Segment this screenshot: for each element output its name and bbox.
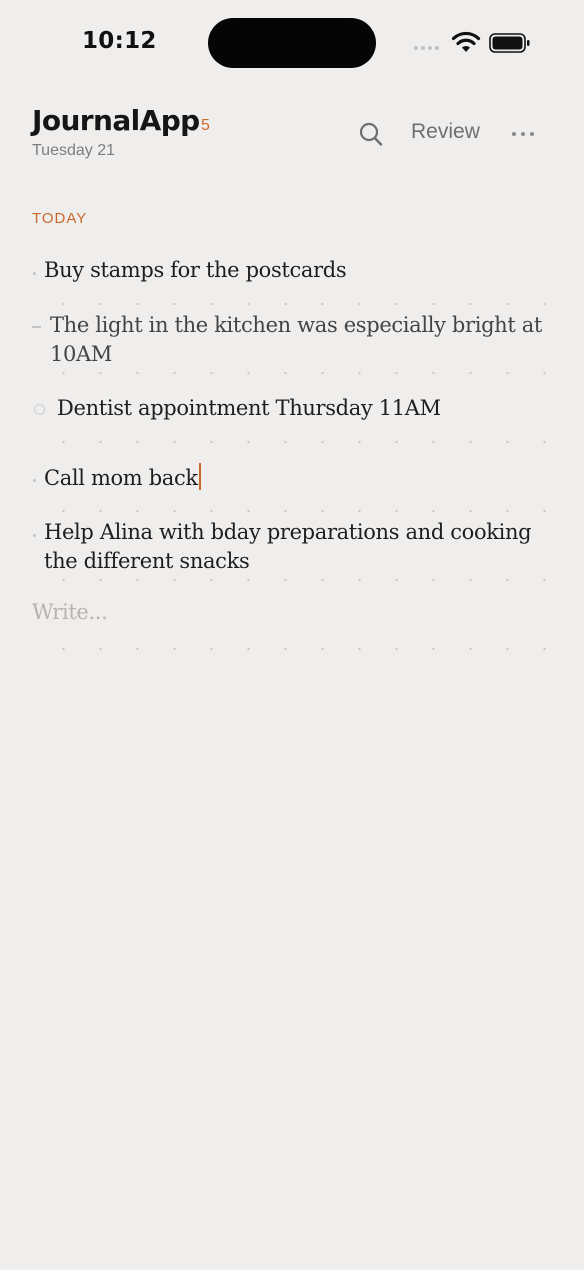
review-button[interactable]: Review (411, 120, 480, 144)
bullet-dot-icon (33, 479, 36, 482)
entry-text[interactable]: Dentist appointment Thursday 11AM (57, 394, 441, 423)
section-label-today: TODAY (32, 210, 88, 227)
entry-divider (32, 303, 548, 305)
journal-entry[interactable]: Buy stamps for the postcards (0, 256, 584, 312)
entry-divider (32, 579, 548, 581)
app-title: JournalApp (32, 104, 200, 137)
dynamic-island (208, 18, 376, 68)
composer-divider (32, 648, 548, 650)
date-subtitle: Tuesday 21 (32, 142, 116, 159)
bullet-dot-icon (33, 534, 36, 537)
write-input[interactable]: Write... (32, 600, 108, 624)
entry-divider (32, 372, 548, 374)
entry-text[interactable]: Help Alina with bday preparations and co… (44, 518, 564, 576)
signal-icon (414, 45, 444, 51)
app-header: JournalApp 5 Tuesday 21 Review (0, 100, 584, 170)
bullet-dash-icon (32, 326, 41, 328)
text-cursor (198, 463, 201, 490)
entry-text[interactable]: The light in the kitchen was especially … (50, 311, 550, 369)
search-icon[interactable] (358, 120, 384, 148)
entry-divider (32, 510, 548, 512)
entry-count-badge: 5 (201, 117, 210, 134)
more-icon[interactable] (510, 124, 536, 144)
status-time: 10:12 (82, 28, 157, 54)
battery-icon (489, 33, 530, 53)
entry-text[interactable]: Buy stamps for the postcards (44, 256, 347, 285)
todo-checkbox-icon[interactable] (34, 404, 45, 415)
status-bar: 10:12 (0, 0, 584, 80)
journal-entry-editing[interactable]: Call mom back (0, 463, 584, 519)
entry-text[interactable]: Call mom back (44, 466, 198, 490)
journal-entry[interactable]: Help Alina with bday preparations and co… (0, 518, 584, 588)
journal-entry[interactable]: Dentist appointment Thursday 11AM (0, 394, 584, 450)
journal-entry[interactable]: The light in the kitchen was especially … (0, 311, 584, 381)
bullet-dot-icon (33, 272, 36, 275)
entry-text-editing[interactable]: Call mom back (44, 463, 201, 493)
entry-divider (32, 441, 548, 443)
wifi-icon (451, 31, 481, 52)
